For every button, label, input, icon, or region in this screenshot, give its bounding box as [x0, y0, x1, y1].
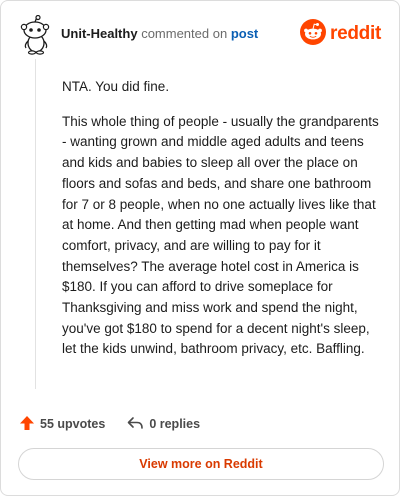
replies-count: 0 replies	[149, 417, 201, 431]
comment-paragraph: NTA. You did fine.	[62, 79, 170, 94]
comment-embed-card: Unit-Healthy commented on post reddit NT…	[0, 0, 400, 496]
comment-action-text: commented on	[141, 26, 228, 41]
comment-author[interactable]: Unit-Healthy	[61, 26, 138, 41]
replies-stat[interactable]: 0 replies	[127, 416, 200, 433]
reddit-logo[interactable]: reddit	[300, 18, 381, 50]
upvotes-count: 55 upvotes	[40, 417, 106, 431]
reply-arrow-icon	[127, 416, 149, 433]
upvote-arrow-icon	[19, 415, 40, 434]
post-link[interactable]: post	[231, 26, 258, 41]
snoo-avatar-icon[interactable]	[19, 14, 53, 55]
comment-header: Unit-Healthy commented on post reddit	[19, 14, 385, 55]
comment-paragraph: This whole thing of people - usually the…	[62, 113, 379, 357]
comment-footer: 55 upvotes 0 replies	[19, 413, 200, 435]
comment-meta: Unit-Healthy commented on post	[61, 26, 258, 41]
comment-body: NTA. You did fine. This whole thing of p…	[62, 77, 380, 374]
reddit-wordmark: reddit	[330, 23, 381, 44]
view-more-button[interactable]: View more on Reddit	[18, 448, 384, 480]
upvotes-stat[interactable]: 55 upvotes	[19, 415, 105, 434]
reddit-logo-icon	[300, 18, 327, 50]
thread-line	[35, 59, 36, 389]
